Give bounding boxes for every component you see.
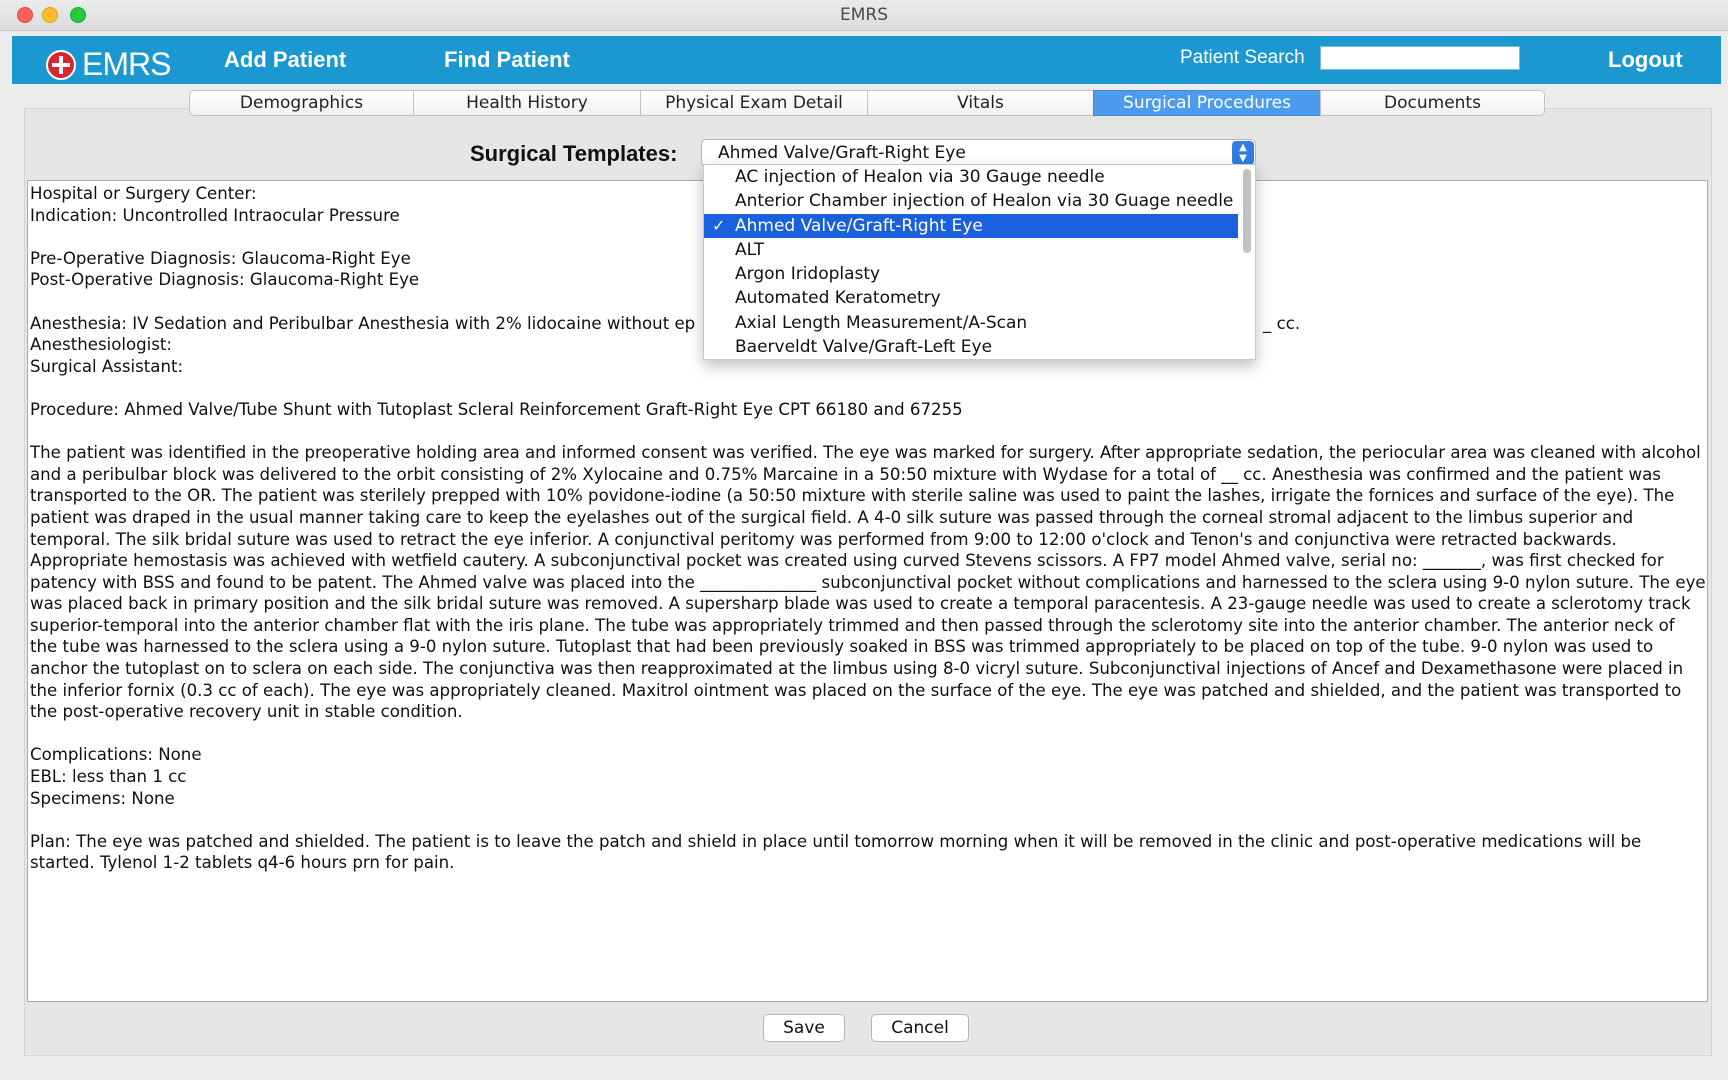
patient-search-label: Patient Search (1180, 47, 1305, 68)
tab-vitals[interactable]: Vitals (867, 90, 1093, 116)
note-specimens: Specimens: None (30, 788, 175, 808)
selected-template: Ahmed Valve/Graft-Right Eye (718, 143, 966, 163)
tab-bar: Demographics Health History Physical Exa… (189, 90, 1545, 116)
tab-health-history[interactable]: Health History (413, 90, 640, 116)
patient-search-input[interactable] (1320, 46, 1520, 70)
note-complications: Complications: None (30, 745, 202, 765)
dropdown-option[interactable]: AC injection of Healon via 30 Gauge need… (704, 165, 1238, 189)
dropdown-option[interactable]: Axial Length Measurement/A-Scan (704, 311, 1238, 335)
app-window: EMRS EMRS Add Patient Find Patient Patie… (0, 0, 1728, 1080)
updown-arrows-icon: ▲ ▼ (1232, 141, 1254, 165)
surgical-templates-label: Surgical Templates: (470, 141, 678, 166)
tab-documents[interactable]: Documents (1320, 90, 1545, 116)
red-cross-icon (46, 50, 76, 80)
dropdown-scrollbar[interactable] (1241, 167, 1253, 355)
dropdown-option-label: Ahmed Valve/Graft-Right Eye (735, 215, 983, 236)
app-header: EMRS Add Patient Find Patient Patient Se… (12, 36, 1721, 84)
surgical-templates-select[interactable]: Ahmed Valve/Graft-Right Eye ▲ ▼ (701, 139, 1256, 167)
tab-physical-exam-detail[interactable]: Physical Exam Detail (640, 90, 867, 116)
title-bar: EMRS (0, 0, 1728, 31)
dropdown-option[interactable]: Anterior Chamber injection of Healon via… (704, 189, 1238, 213)
logout-link[interactable]: Logout (1608, 47, 1683, 73)
scrollbar-thumb[interactable] (1243, 169, 1251, 253)
dropdown-option[interactable]: ALT (704, 238, 1238, 262)
tab-surgical-procedures[interactable]: Surgical Procedures (1093, 90, 1320, 116)
tab-demographics[interactable]: Demographics (189, 90, 413, 116)
dropdown-option-selected[interactable]: ✓ Ahmed Valve/Graft-Right Eye (704, 213, 1238, 238)
note-ebl: EBL: less than 1 cc (30, 767, 187, 787)
dropdown-option[interactable]: Argon Iridoplasty (704, 262, 1238, 286)
window-title: EMRS (839, 5, 888, 25)
templates-dropdown-list: AC injection of Healon via 30 Gauge need… (703, 164, 1256, 360)
save-button[interactable]: Save (763, 1014, 845, 1042)
dropdown-option[interactable]: Automated Keratometry (704, 286, 1238, 310)
note-anesthesia-tail: _ cc. (1263, 313, 1301, 333)
dropdown-option[interactable]: Baerveldt Valve/Graft-Left Eye (704, 335, 1238, 359)
note-procedure: Procedure: Ahmed Valve/Tube Shunt with T… (30, 399, 963, 419)
note-body: The patient was identified in the preope… (30, 443, 1706, 722)
checkmark-icon: ✓ (712, 215, 726, 235)
add-patient-link[interactable]: Add Patient (224, 47, 346, 73)
note-plan: Plan: The eye was patched and shielded. … (30, 831, 1642, 873)
logo-text: EMRS (82, 46, 171, 82)
cancel-button[interactable]: Cancel (871, 1014, 969, 1042)
find-patient-link[interactable]: Find Patient (444, 47, 570, 73)
